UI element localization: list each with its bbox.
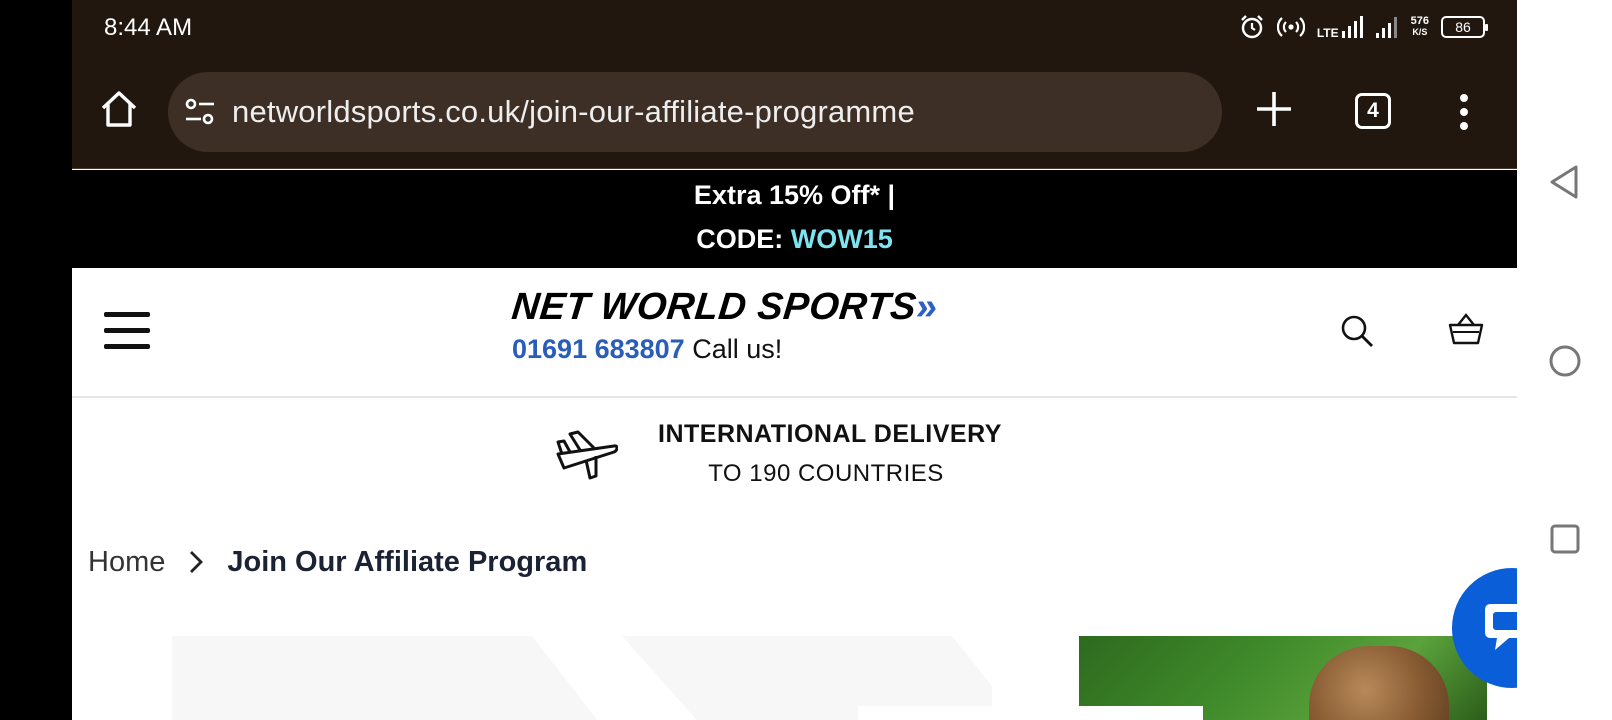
hero-person-hair bbox=[1309, 646, 1449, 720]
battery-level: 86 bbox=[1455, 19, 1471, 35]
hamburger-menu-icon[interactable] bbox=[104, 312, 152, 352]
battery-icon: 86 bbox=[1441, 16, 1488, 38]
search-icon[interactable] bbox=[1340, 314, 1374, 348]
net-speed-unit: K/S bbox=[1412, 27, 1428, 37]
status-time: 8:44 AM bbox=[104, 14, 193, 41]
more-icon[interactable] bbox=[1454, 92, 1474, 132]
promo-code: WOW15 bbox=[790, 224, 893, 254]
basket-icon[interactable] bbox=[1448, 312, 1484, 346]
hero-overlay-box bbox=[858, 706, 1203, 720]
call-us-text: Call us! bbox=[684, 334, 783, 364]
screen: 8:44 AM LTE 576 K/S 86 networldsports.co… bbox=[0, 0, 1612, 720]
net-speed-value: 576 bbox=[1410, 15, 1429, 27]
site-header: NET WORLD SPORTS» 01691 683807 Call us! bbox=[72, 268, 1517, 398]
home-circle-icon[interactable] bbox=[1548, 344, 1582, 378]
phone-line: 01691 683807 Call us! bbox=[512, 334, 782, 365]
status-icons: LTE 576 K/S 86 bbox=[1239, 14, 1488, 40]
net-speed: 576 K/S bbox=[1411, 16, 1429, 38]
back-icon[interactable] bbox=[1548, 164, 1580, 200]
new-tab-icon[interactable] bbox=[1254, 89, 1294, 129]
delivery-title: INTERNATIONAL DELIVERY bbox=[658, 420, 1002, 448]
breadcrumb-current: Join Our Affiliate Program bbox=[227, 545, 588, 578]
site-settings-icon[interactable] bbox=[182, 94, 218, 130]
url-text[interactable]: networldsports.co.uk/join-our-affiliate-… bbox=[232, 94, 915, 130]
breadcrumb-home[interactable]: Home bbox=[88, 546, 165, 579]
tabs-icon[interactable]: 4 bbox=[1355, 93, 1391, 129]
phone-number-link[interactable]: 01691 683807 bbox=[512, 334, 685, 364]
browser-toolbar: networldsports.co.uk/join-our-affiliate-… bbox=[72, 56, 1517, 169]
promo-code-line: CODE: WOW15 bbox=[72, 224, 1517, 255]
alarm-icon bbox=[1241, 15, 1263, 39]
site-logo[interactable]: NET WORLD SPORTS» bbox=[510, 286, 940, 329]
recents-icon[interactable] bbox=[1550, 524, 1580, 554]
chevron-right-icon bbox=[190, 551, 204, 573]
promo-code-label: CODE: bbox=[696, 224, 791, 254]
plane-icon bbox=[556, 430, 618, 480]
logo-text: NET WORLD SPORTS bbox=[509, 286, 919, 328]
breadcrumb: Home Join Our Affiliate Program bbox=[88, 540, 587, 584]
tab-count: 4 bbox=[1367, 99, 1379, 122]
logo-arrow: » bbox=[914, 286, 941, 328]
phone-viewport: 8:44 AM LTE 576 K/S 86 networldsports.co… bbox=[72, 0, 1517, 720]
address-bar[interactable]: networldsports.co.uk/join-our-affiliate-… bbox=[168, 72, 1222, 152]
lte-signal-icon: LTE bbox=[1317, 15, 1363, 39]
promo-banner[interactable]: Extra 15% Off* | CODE: WOW15 bbox=[72, 170, 1517, 268]
system-nav-bar bbox=[1517, 0, 1612, 720]
hotspot-icon bbox=[1276, 17, 1305, 37]
signal-icon bbox=[1375, 17, 1397, 38]
delivery-subtitle: TO 190 COUNTRIES bbox=[708, 460, 944, 487]
home-icon[interactable] bbox=[98, 88, 140, 130]
status-bar: 8:44 AM LTE 576 K/S 86 bbox=[72, 0, 1517, 56]
delivery-banner: INTERNATIONAL DELIVERY TO 190 COUNTRIES bbox=[72, 400, 1517, 510]
network-type: LTE bbox=[1316, 26, 1339, 40]
promo-text: Extra 15% Off* | bbox=[693, 180, 896, 210]
chat-icon bbox=[1485, 604, 1517, 650]
